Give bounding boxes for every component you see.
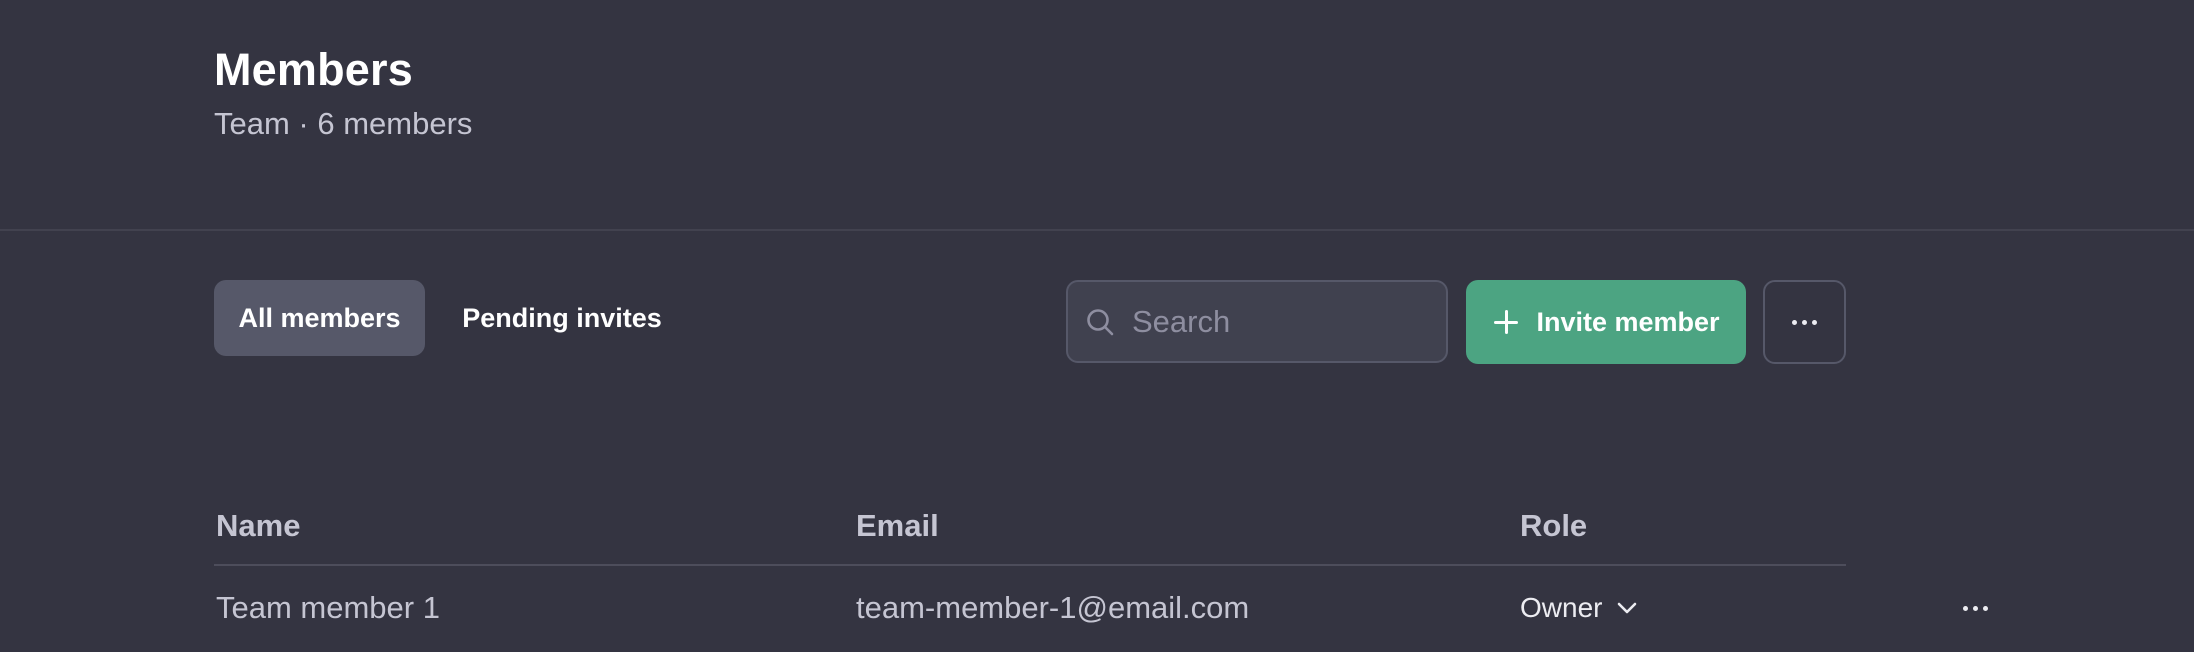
page-subtitle: Team · 6 members [214, 106, 473, 141]
search-icon [1084, 306, 1116, 338]
row-actions-button[interactable] [1950, 590, 2000, 626]
search-input[interactable] [1132, 303, 1446, 340]
more-options-button[interactable] [1763, 280, 1846, 364]
search-box[interactable] [1066, 280, 1448, 363]
table-header: Name Email Role [214, 500, 1846, 566]
role-value: Owner [1520, 592, 1603, 623]
invite-member-label: Invite member [1536, 306, 1720, 337]
tab-pending-invites[interactable]: Pending invites [448, 280, 676, 356]
column-header-email: Email [856, 508, 939, 543]
plus-icon [1492, 308, 1520, 336]
member-name: Team member 1 [216, 590, 440, 625]
header-divider [0, 229, 2194, 231]
column-header-role: Role [1520, 508, 1588, 543]
table-row: Team member 1 team-member-1@email.com Ow… [214, 566, 1988, 652]
column-header-name: Name [216, 508, 301, 543]
page-title: Members [214, 44, 413, 95]
more-horizontal-icon [1792, 319, 1817, 325]
invite-member-button[interactable]: Invite member [1466, 280, 1746, 364]
page-header: Members Team · 6 members [214, 40, 472, 144]
members-table: Name Email Role Team member 1 team-membe… [214, 500, 1988, 652]
members-page: Members Team · 6 members All members Pen… [0, 0, 2194, 652]
tab-all-members[interactable]: All members [214, 280, 425, 356]
role-select[interactable]: Owner [1520, 592, 1638, 624]
member-email: team-member-1@email.com [856, 590, 1250, 625]
chevron-down-icon [1616, 601, 1638, 615]
more-horizontal-icon [1962, 605, 1988, 611]
